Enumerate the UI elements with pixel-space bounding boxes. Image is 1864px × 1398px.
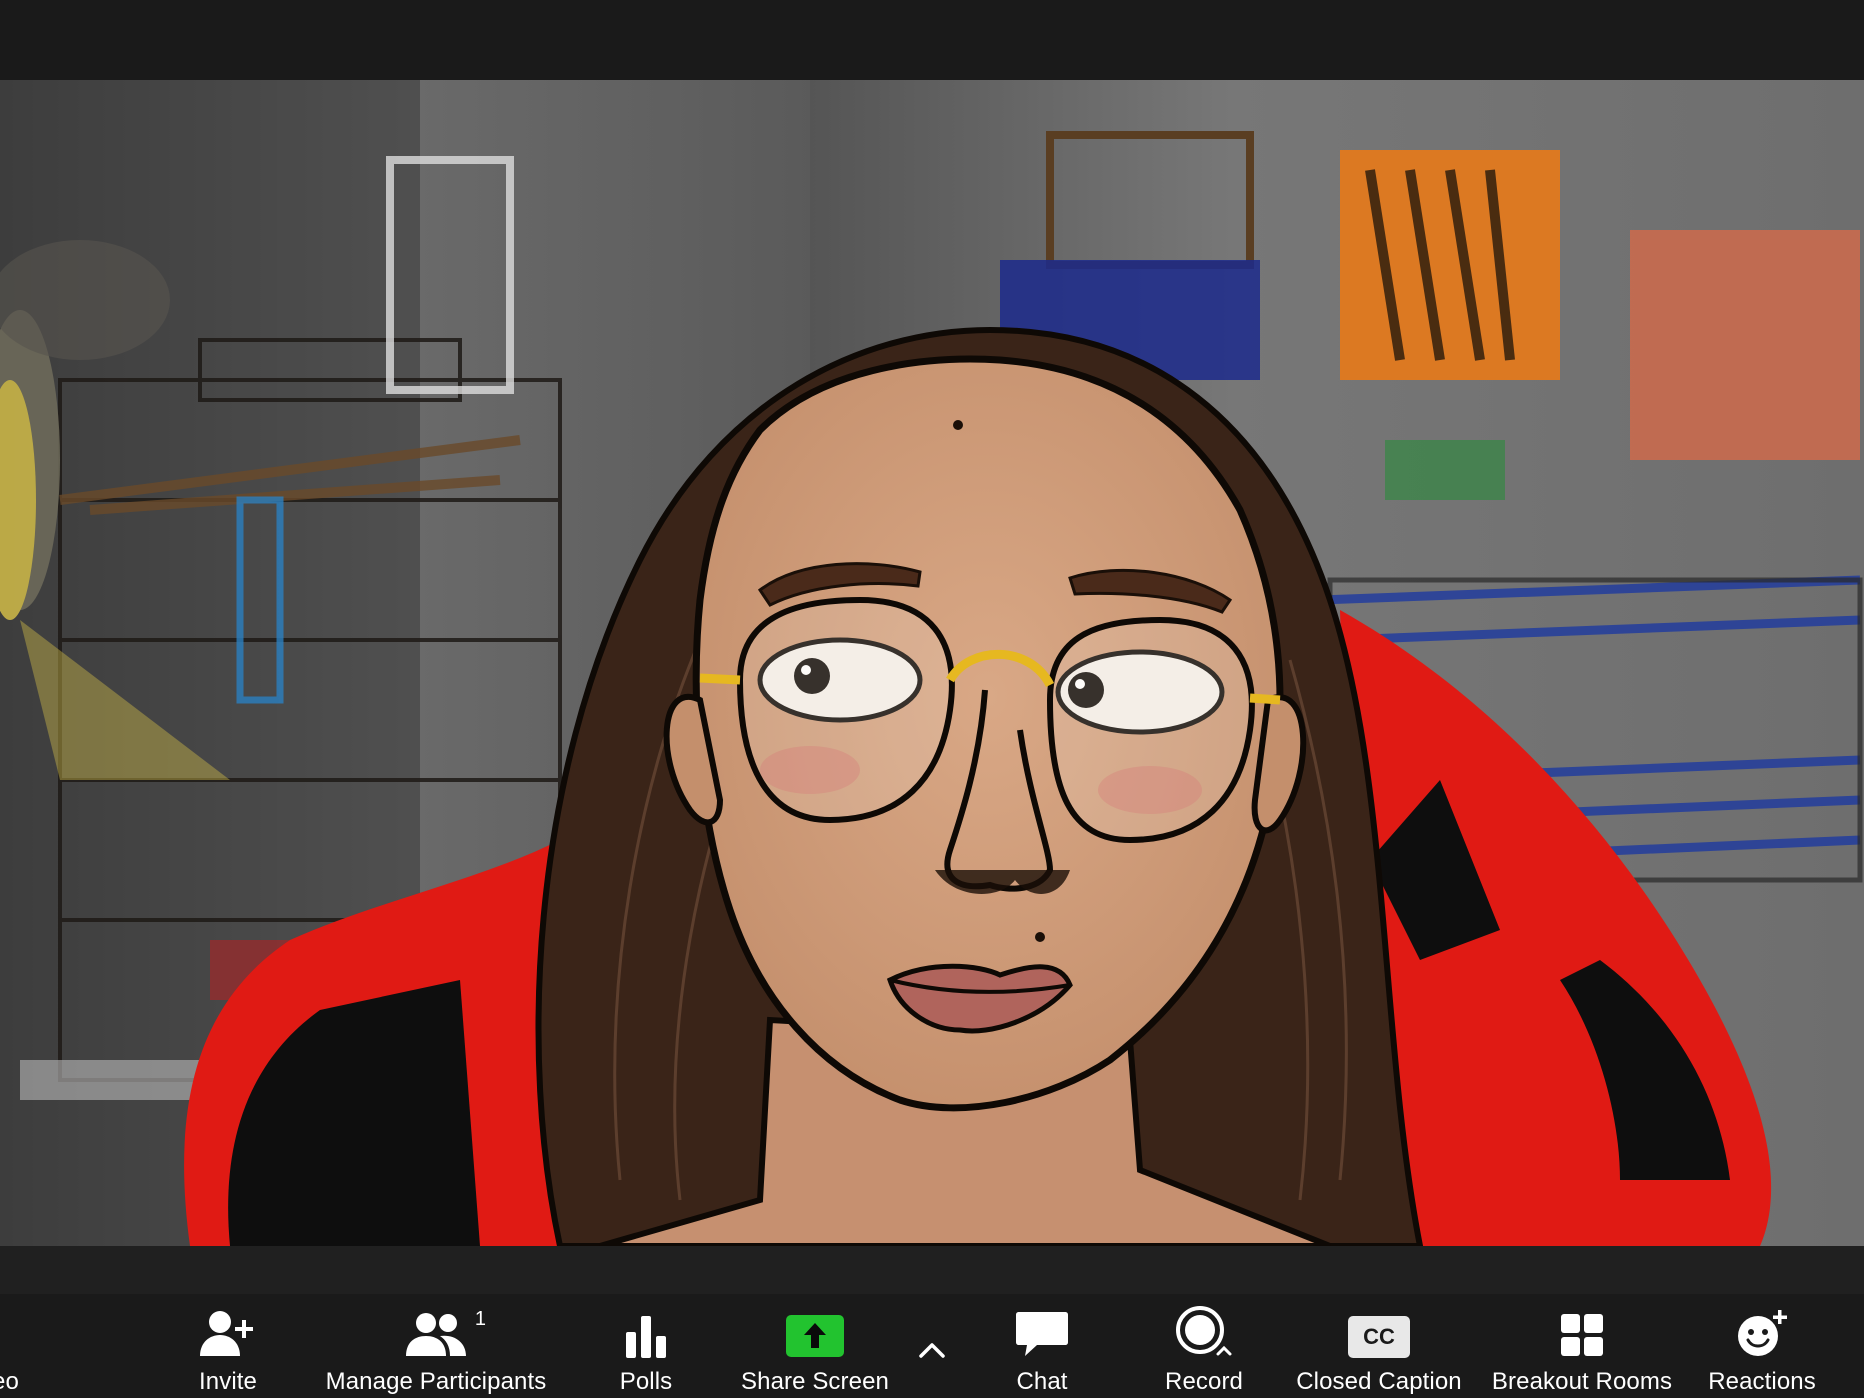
chevron-up-icon	[919, 1343, 945, 1358]
record-button[interactable]: Record	[1160, 1294, 1248, 1398]
breakout-rooms-button[interactable]: Breakout Rooms	[1486, 1294, 1678, 1398]
meeting-toolbar: eo Invite	[0, 1294, 1864, 1398]
record-label: Record	[1165, 1368, 1243, 1395]
chat-button[interactable]: Chat	[1008, 1294, 1076, 1398]
video-button[interactable]: eo	[0, 1294, 19, 1398]
participant-count-badge: 1	[474, 1308, 486, 1330]
invite-button[interactable]: Invite	[196, 1294, 260, 1398]
video-label: eo	[0, 1368, 19, 1395]
cc-glyph: CC	[1363, 1324, 1395, 1349]
video-bottom-strip	[0, 1246, 1864, 1294]
share-options-caret[interactable]	[912, 1330, 952, 1370]
red-shelf	[1630, 230, 1860, 460]
polls-label: Polls	[619, 1368, 673, 1395]
breakout-rooms-label: Breakout Rooms	[1491, 1368, 1673, 1395]
chat-bubble-icon	[1016, 1312, 1068, 1356]
closed-caption-icon: CC	[1348, 1316, 1410, 1358]
grid-icon	[1561, 1314, 1603, 1356]
record-icon	[1176, 1306, 1232, 1356]
invite-person-plus-icon	[200, 1311, 253, 1356]
closed-caption-button[interactable]: CC Closed Caption	[1290, 1294, 1468, 1398]
participant-video	[0, 80, 1864, 1246]
share-screen-button[interactable]: Share Screen	[738, 1294, 892, 1398]
share-screen-label: Share Screen	[741, 1368, 889, 1395]
invite-label: Invite	[199, 1368, 257, 1395]
chat-label: Chat	[1016, 1368, 1068, 1395]
manage-participants-button[interactable]: 1 Manage Participants	[316, 1294, 556, 1398]
reactions-button[interactable]: Reactions	[1706, 1294, 1818, 1398]
polls-button[interactable]: Polls	[604, 1294, 688, 1398]
zoom-meeting-window: eo Invite	[0, 0, 1864, 1398]
video-illustration	[0, 80, 1864, 1246]
closed-caption-label: Closed Caption	[1296, 1368, 1462, 1395]
reactions-label: Reactions	[1708, 1368, 1816, 1395]
top-bar	[0, 0, 1864, 80]
manage-participants-label: Manage Participants	[325, 1368, 547, 1395]
smiley-plus-icon	[1738, 1310, 1787, 1356]
bar-chart-icon	[626, 1316, 666, 1358]
share-screen-arrow-icon	[786, 1315, 844, 1357]
participants-icon	[406, 1313, 466, 1356]
